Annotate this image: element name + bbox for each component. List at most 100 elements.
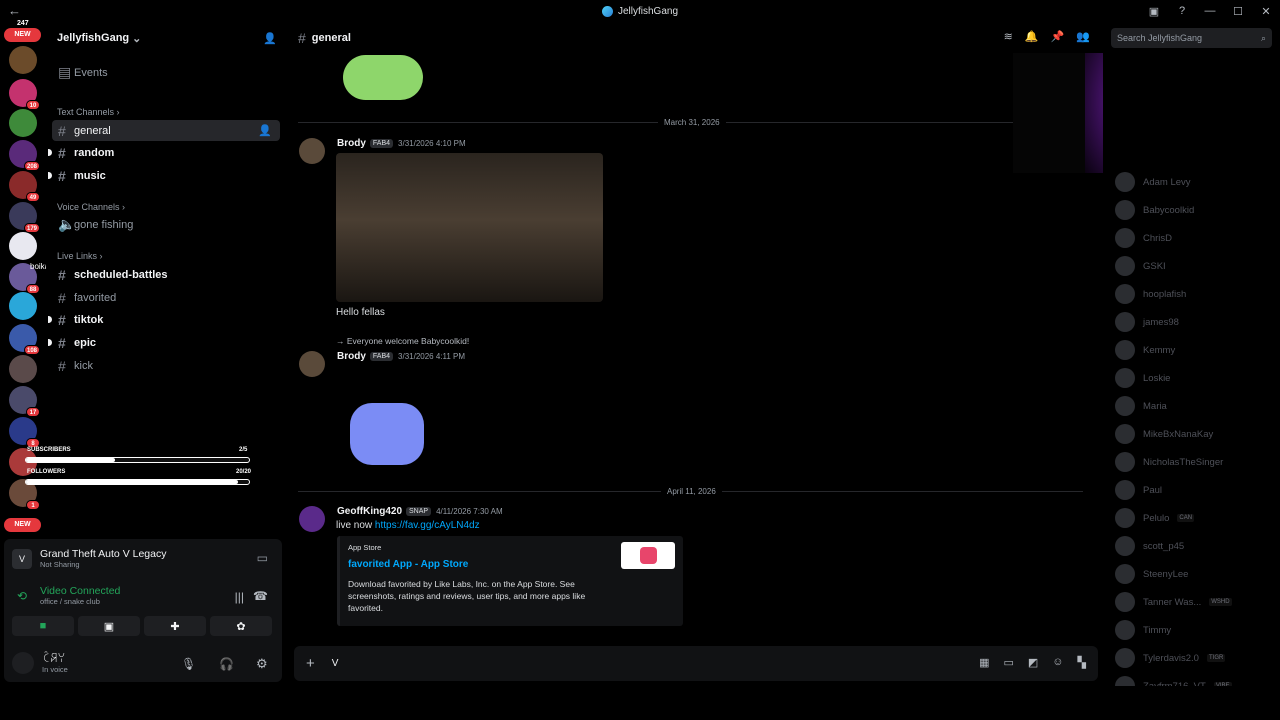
server-icon[interactable]: 49 (9, 171, 40, 202)
message-author[interactable]: GeoffKing420 (337, 506, 402, 517)
minimize-button[interactable]: — (1196, 5, 1224, 17)
member-item[interactable]: Tylerdavis2.0 TIGR (1115, 647, 1226, 669)
message-author[interactable]: Brody (337, 351, 366, 362)
message-composer[interactable]: + V ▦ ▭ ◩ ☺ ▚ (294, 646, 1098, 681)
new-unreads-pill-bottom[interactable]: NEW (4, 518, 41, 532)
server-icon[interactable]: 108 (9, 324, 40, 355)
notification-bell-icon[interactable]: 🔔 (1025, 30, 1039, 43)
channel-random[interactable]: # random (48, 142, 280, 163)
server-icon[interactable]: 17 (9, 386, 40, 417)
message-image[interactable] (336, 153, 603, 302)
video-button[interactable]: ■ (12, 616, 74, 636)
server-icon[interactable] (9, 355, 37, 383)
member-item[interactable]: SteenyLee (1115, 563, 1188, 585)
add-attachment-icon[interactable]: + (306, 655, 315, 672)
server-header[interactable]: JellyfishGang ⌄ 👤 (46, 22, 288, 54)
subscribers-progress-fill (26, 458, 116, 462)
member-item[interactable]: Loskie (1115, 367, 1170, 389)
member-item[interactable]: Maria (1115, 395, 1167, 417)
search-input[interactable]: Search JellyfishGang ⌕ (1111, 28, 1272, 48)
gif-icon[interactable]: ▭ (1003, 656, 1013, 669)
channel-epic[interactable]: # epic (48, 332, 280, 353)
channel-favorited[interactable]: # favorited (52, 287, 280, 308)
add-member-icon[interactable]: 👤 (258, 124, 272, 137)
server-icon[interactable] (9, 46, 37, 74)
back-arrow-icon[interactable]: ← (8, 3, 21, 18)
member-item[interactable]: GSKI (1115, 255, 1166, 277)
channel-scheduled-battles[interactable]: # scheduled-battles (52, 264, 280, 285)
member-item[interactable]: NicholasTheSinger (1115, 451, 1223, 473)
server-icon[interactable] (9, 292, 37, 320)
headphones-icon[interactable]: 🎧 (219, 657, 234, 671)
embed-thumbnail[interactable] (621, 542, 675, 569)
channel-tiktok[interactable]: # tiktok (48, 309, 280, 330)
member-item[interactable]: Babycoolkid (1115, 199, 1194, 221)
sticker-image (343, 55, 423, 100)
events-item[interactable]: ▤ Events (52, 62, 280, 83)
member-item[interactable]: james98 (1115, 311, 1179, 333)
member-item[interactable]: MikeBxNanaKay (1115, 423, 1213, 445)
voice-status[interactable]: ⟲ Video Connected office / snake club (12, 585, 120, 606)
inbox-icon[interactable]: ▣ (1140, 5, 1168, 18)
server-icon[interactable] (9, 109, 37, 137)
category-text-channels[interactable]: Text Channels › (57, 107, 120, 117)
channel-general[interactable]: # general 👤 (52, 120, 280, 141)
channel-music[interactable]: # music (48, 165, 280, 186)
apps-icon[interactable]: ▚ (1078, 656, 1086, 669)
clyde-sticker (350, 403, 424, 465)
avatar (1115, 536, 1135, 556)
settings-gear-icon[interactable]: ⚙ (256, 656, 268, 672)
member-item[interactable]: ChrisD (1115, 227, 1172, 249)
title-bar: ← JellyfishGang ▣ ? — ☐ ✕ (0, 0, 1280, 22)
avatar[interactable] (299, 138, 325, 164)
new-unreads-pill-top[interactable]: NEW (4, 28, 41, 42)
embed-title[interactable]: favorited App - App Store (348, 559, 468, 570)
message-input[interactable]: V (332, 658, 339, 669)
member-item[interactable]: hooplafish (1115, 283, 1186, 305)
user-name: ꉓꋪꌩ (42, 654, 66, 665)
help-icon[interactable]: ? (1168, 5, 1196, 17)
reply-preview[interactable]: → Everyone welcome Babycoolkid! (336, 336, 469, 346)
gift-icon[interactable]: ▦ (979, 656, 989, 669)
server-icon[interactable]: 8 (9, 417, 40, 448)
channel-gone-fishing[interactable]: 🔈 gone fishing (52, 214, 280, 235)
member-item[interactable]: Paul (1115, 479, 1162, 501)
avatar (1115, 648, 1135, 668)
message-author[interactable]: Brody (337, 138, 366, 149)
screenshare-button[interactable]: ▣ (78, 616, 140, 636)
avatar[interactable] (299, 506, 325, 532)
user-area[interactable]: ꉓꋪꌩ In voice (12, 652, 68, 674)
member-item[interactable]: Kemmy (1115, 339, 1175, 361)
server-icon[interactable]: 10 (9, 79, 40, 110)
share-screen-icon[interactable]: ▭ (257, 551, 268, 565)
member-item[interactable]: Pelulo CAN (1115, 507, 1195, 529)
server-icon[interactable] (9, 232, 37, 260)
server-icon[interactable]: 208 (9, 140, 40, 171)
member-item[interactable]: Timmy (1115, 619, 1171, 641)
disconnect-icon[interactable]: ☎ (253, 589, 268, 603)
message-link[interactable]: https://fav.gg/cAyLN4dz (375, 520, 480, 531)
soundboard-button[interactable]: ✿ (210, 616, 272, 636)
events-label: Events (74, 66, 108, 79)
emoji-icon[interactable]: ☺ (1052, 656, 1063, 669)
server-icon[interactable]: 179 (9, 202, 40, 233)
member-item[interactable]: Tanner Was... WSHD (1115, 591, 1232, 613)
channel-kick[interactable]: # kick (52, 355, 280, 376)
add-member-icon[interactable]: 👤 (263, 32, 277, 45)
member-list-icon[interactable]: 👥 (1076, 30, 1090, 43)
maximize-button[interactable]: ☐ (1224, 5, 1252, 18)
member-item[interactable]: Adam Levy (1115, 171, 1191, 193)
guild-tag: TIGR (1206, 654, 1226, 662)
avatar[interactable] (299, 351, 325, 377)
noise-suppression-icon[interactable]: ||| (235, 590, 244, 604)
sticker-icon[interactable]: ◩ (1028, 656, 1038, 669)
category-live-links[interactable]: Live Links › (57, 251, 103, 261)
activities-button[interactable]: ✚ (144, 616, 206, 636)
microphone-icon[interactable]: 🎙 (181, 657, 196, 671)
pinned-messages-icon[interactable]: 📌 (1051, 30, 1065, 43)
threads-icon[interactable]: ≋ (1004, 30, 1013, 43)
category-voice-channels[interactable]: Voice Channels › (57, 202, 125, 212)
close-button[interactable]: ✕ (1252, 5, 1280, 18)
member-item[interactable]: Zayfrm716_VT VIBE (1115, 675, 1232, 686)
member-item[interactable]: scott_p45 (1115, 535, 1184, 557)
